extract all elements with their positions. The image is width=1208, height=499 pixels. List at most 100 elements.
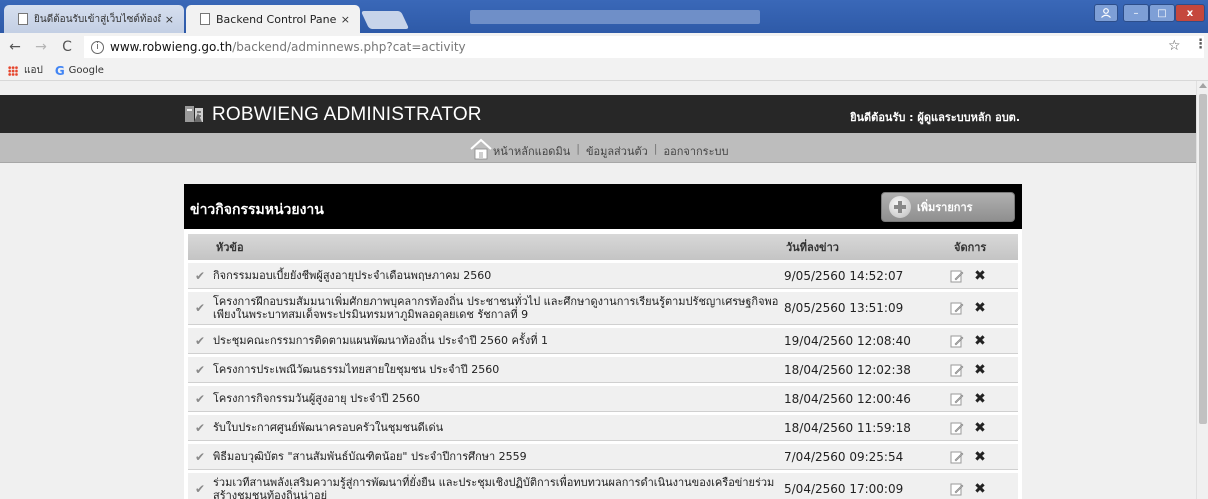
menu-profile[interactable]: ข้อมูลส่วนตัว (586, 142, 648, 160)
news-date: 5/04/2560 17:00:09 (784, 482, 904, 496)
delete-icon[interactable]: ✖ (970, 420, 990, 436)
window-title-bar (470, 10, 760, 24)
table-row: ✔ รับใบประกาศศูนย์พัฒนาครอบครัวในชุมชนดีเ… (188, 415, 1018, 441)
news-date: 18/04/2560 11:59:18 (784, 420, 911, 435)
add-item-button[interactable]: เพิ่มรายการ (881, 192, 1015, 222)
news-date: 18/04/2560 12:02:38 (784, 362, 911, 377)
url-path: /backend/adminnews.php?cat=activity (232, 40, 466, 54)
page-icon (200, 13, 210, 25)
minimize-button[interactable]: – (1123, 4, 1149, 22)
table-row: ✔ ประชุมคณะกรรมการติดตามแผนพัฒนาท้องถิ่น … (188, 328, 1018, 354)
address-bar[interactable]: i www.robwieng.go.th/backend/adminnews.p… (84, 36, 1204, 58)
check-icon: ✔ (195, 301, 206, 315)
bookmark-google[interactable]: G Google (55, 64, 104, 78)
header-manage: จัดการ (954, 241, 987, 254)
menu-separator: | (653, 142, 658, 155)
bookmarks-bar: แอป G Google (0, 61, 1208, 81)
delete-icon[interactable]: ✖ (970, 449, 990, 465)
table-row: ✔ ร่วมเวทีสานพลังเสริมความรู้สู่การพัฒนาท… (188, 473, 1018, 499)
delete-icon[interactable]: ✖ (970, 481, 990, 497)
edit-icon[interactable] (944, 301, 970, 315)
news-title[interactable]: กิจกรรมมอบเบี้ยยังชีพผู้สูงอายุประจำเดือ… (209, 269, 784, 282)
news-date: 19/04/2560 12:08:40 (784, 333, 911, 348)
delete-icon[interactable]: ✖ (970, 300, 990, 316)
table-row: ✔ พิธีมอบวุฒิบัตร "สานสัมพันธ์บัณฑิตน้อย"… (188, 444, 1018, 470)
news-title[interactable]: ร่วมเวทีสานพลังเสริมความรู้สู่การพัฒนาที… (209, 476, 784, 499)
edit-icon[interactable] (944, 482, 970, 496)
panel-title: ข่าวกิจกรรมหน่วยงาน (190, 202, 324, 218)
url-host: www.robwieng.go.th (110, 40, 233, 54)
delete-icon[interactable]: ✖ (970, 391, 990, 407)
bookmark-star-icon[interactable]: ☆ (1168, 38, 1181, 54)
panel-header: ข่าวกิจกรรมหน่วยงาน เพิ่มรายการ (184, 184, 1022, 229)
news-title[interactable]: รับใบประกาศศูนย์พัฒนาครอบครัวในชุมชนดีเด… (209, 421, 784, 434)
news-table: หัวข้อ วันที่ลงข่าว จัดการ ✔ กิจกรรมมอบเบ… (188, 234, 1018, 499)
admin-logo-icon (185, 106, 203, 122)
admin-menu: หน้าหลักแอดมิน | ข้อมูลส่วนตัว | ออกจากร… (493, 142, 728, 160)
tab-close-icon[interactable]: × (165, 13, 174, 26)
edit-icon[interactable] (944, 421, 970, 435)
news-date: 18/04/2560 12:00:46 (784, 391, 911, 406)
news-date: 7/04/2560 09:25:54 (784, 449, 904, 464)
page-icon (18, 13, 28, 25)
check-icon: ✔ (195, 449, 206, 464)
tab-label: ยินดีต้อนรับเข้าสู่เว็บไซต์ท้องถิ่ (34, 13, 161, 25)
edit-icon[interactable] (944, 334, 970, 348)
check-icon: ✔ (195, 420, 206, 435)
tab-welcome[interactable]: ยินดีต้อนรับเข้าสู่เว็บไซต์ท้องถิ่ × (4, 5, 184, 33)
delete-icon[interactable]: ✖ (970, 268, 990, 284)
browser-menu-icon[interactable]: ⋮ (1194, 37, 1207, 52)
new-tab-button[interactable] (360, 11, 410, 29)
welcome-text: ยินดีต้อนรับ : ผู้ดูแลระบบหลัก อบต. (850, 111, 1020, 124)
news-date: 9/05/2560 14:52:07 (784, 268, 904, 283)
reload-icon[interactable]: C (56, 39, 78, 55)
news-title[interactable]: โครงการประเพณีวัฒนธรรมไทยสายใยชุมชน ประจ… (209, 363, 784, 376)
check-icon: ✔ (195, 482, 206, 496)
table-body: ✔ กิจกรรมมอบเบี้ยยังชีพผู้สูงอายุประจำเดื… (188, 263, 1018, 499)
menu-logout[interactable]: ออกจากระบบ (664, 142, 729, 160)
google-icon: G (54, 63, 65, 78)
news-title[interactable]: ประชุมคณะกรรมการติดตามแผนพัฒนาท้องถิ่น ป… (209, 334, 784, 347)
home-icon[interactable] (469, 137, 493, 161)
edit-icon[interactable] (944, 269, 970, 283)
tab-close-icon[interactable]: × (341, 13, 350, 26)
forward-arrow-icon[interactable]: → (30, 39, 52, 55)
browser-tab-strip: ยินดีต้อนรับเข้าสู่เว็บไซต์ท้องถิ่ × Bac… (0, 0, 1208, 33)
user-profile-icon[interactable] (1094, 4, 1118, 22)
edit-icon[interactable] (944, 363, 970, 377)
bookmark-label: Google (68, 65, 104, 76)
scrollbar-thumb[interactable] (1199, 94, 1207, 424)
tab-label: Backend Control Panel (216, 12, 337, 26)
bookmark-label: แอป (24, 65, 43, 76)
check-icon: ✔ (195, 362, 206, 377)
news-title[interactable]: พิธีมอบวุฒิบัตร "สานสัมพันธ์บัณฑิตน้อย" … (209, 450, 784, 463)
delete-icon[interactable]: ✖ (970, 333, 990, 349)
edit-icon[interactable] (944, 450, 970, 464)
maximize-button[interactable]: □ (1149, 4, 1175, 22)
close-window-button[interactable]: x (1175, 4, 1205, 22)
check-icon: ✔ (195, 268, 206, 283)
vertical-scrollbar[interactable] (1196, 81, 1208, 499)
header-date: วันที่ลงข่าว (786, 241, 839, 254)
news-title[interactable]: โครงการกิจกรรมวันผู้สูงอายุ ประจำปี 2560 (209, 392, 784, 405)
info-icon[interactable]: i (91, 40, 104, 54)
menu-separator: | (576, 142, 580, 155)
table-header: หัวข้อ วันที่ลงข่าว จัดการ (188, 234, 1018, 260)
menu-admin-home[interactable]: หน้าหลักแอดมิน (493, 142, 570, 160)
delete-icon[interactable]: ✖ (970, 362, 990, 378)
page-viewport: ROBWIENG ADMINISTRATOR ยินดีต้อนรับ : ผู… (0, 81, 1196, 499)
tab-backend-control-panel[interactable]: Backend Control Panel × (186, 5, 360, 33)
check-icon: ✔ (195, 391, 206, 406)
check-icon: ✔ (195, 333, 206, 348)
scroll-up-arrow-icon[interactable] (1199, 83, 1207, 88)
news-title[interactable]: โครงการฝึกอบรมสัมมนาเพิ่มศักยภาพบุคลากรท… (209, 295, 784, 321)
edit-icon[interactable] (944, 392, 970, 406)
news-panel: ข่าวกิจกรรมหน่วยงาน เพิ่มรายการ หัวข้อ ว… (184, 184, 1022, 499)
table-row: ✔ โครงการกิจกรรมวันผู้สูงอายุ ประจำปี 256… (188, 386, 1018, 412)
add-item-label: เพิ่มรายการ (917, 201, 973, 214)
admin-menu-bar: หน้าหลักแอดมิน | ข้อมูลส่วนตัว | ออกจากร… (0, 133, 1196, 163)
bookmark-apps[interactable]: แอป (8, 63, 43, 78)
table-row: ✔ โครงการประเพณีวัฒนธรรมไทยสายใยชุมชน ประ… (188, 357, 1018, 383)
back-arrow-icon[interactable]: ← (4, 39, 26, 55)
header-title: หัวข้อ (216, 241, 244, 254)
